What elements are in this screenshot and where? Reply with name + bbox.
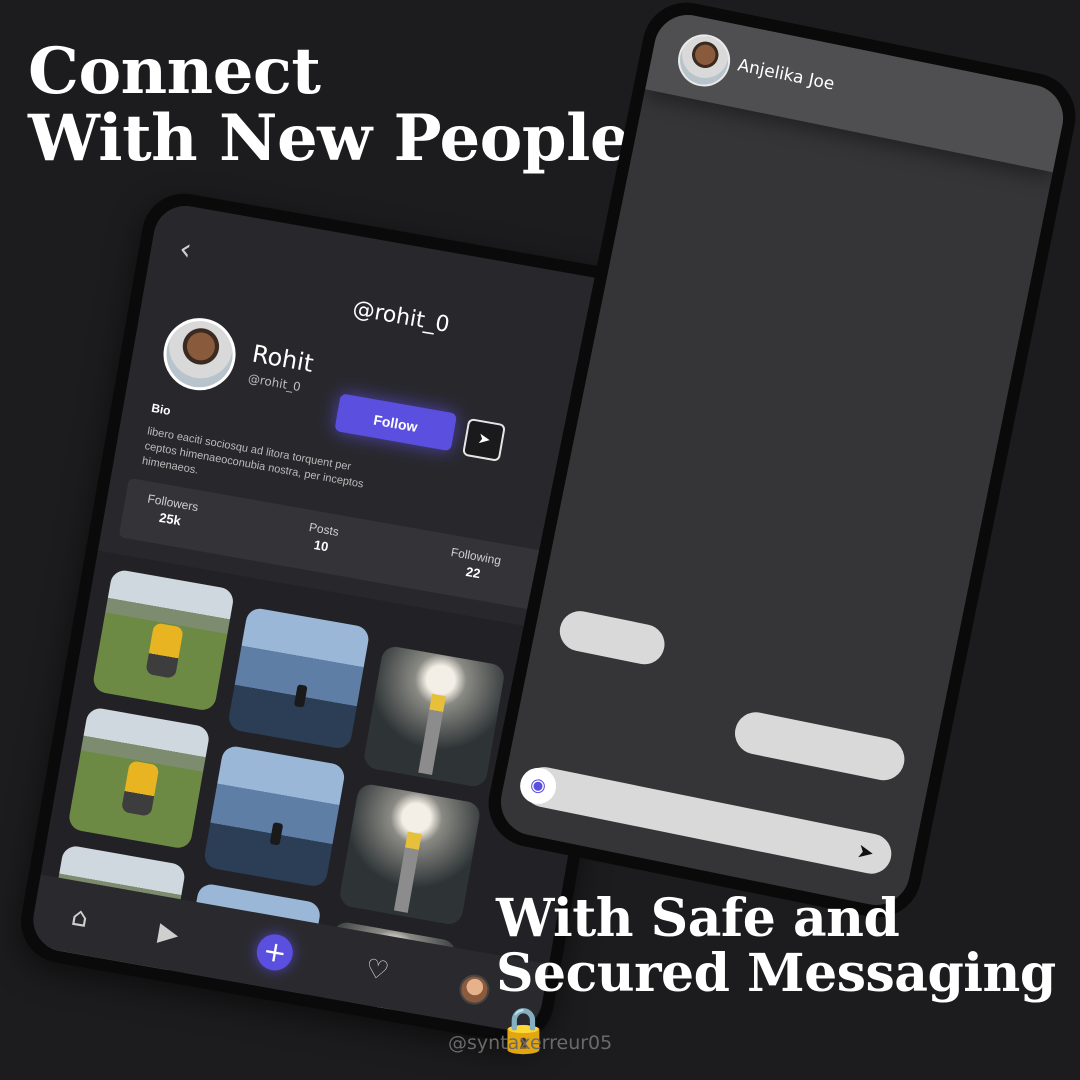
- heart-icon[interactable]: ♡: [356, 950, 398, 992]
- contact-avatar[interactable]: [673, 29, 735, 92]
- bio-label: Bio: [150, 400, 172, 418]
- camera-icon[interactable]: ◉: [516, 764, 560, 808]
- photo-tile-hiker[interactable]: [91, 568, 236, 713]
- chat-header: Anjelika Joe: [645, 8, 1070, 173]
- play-icon[interactable]: ▶: [148, 913, 190, 955]
- chevron-left-icon[interactable]: ‹: [177, 231, 209, 268]
- follow-button[interactable]: Follow: [334, 393, 458, 452]
- headline-line-2: With New People: [28, 101, 631, 177]
- contact-name: Anjelika Joe: [735, 55, 837, 95]
- photo-tile-bridge[interactable]: [362, 644, 507, 789]
- outgoing-message-bubble: [731, 708, 909, 784]
- send-message-button[interactable]: ➤: [461, 417, 507, 462]
- plus-icon[interactable]: +: [253, 931, 296, 974]
- headline-line-1: With Safe and: [496, 888, 900, 949]
- home-icon[interactable]: ⌂: [59, 897, 101, 939]
- nav-profile-avatar[interactable]: [457, 972, 492, 1007]
- photo-tile-hiker[interactable]: [67, 706, 211, 850]
- headline-line-1: Connect: [28, 34, 321, 109]
- photo-tile-peak[interactable]: [202, 744, 347, 889]
- send-icon[interactable]: ➤: [849, 835, 882, 868]
- photo-tile-bridge[interactable]: [338, 782, 482, 927]
- stat-following[interactable]: Following 22: [447, 545, 502, 584]
- headline-connect: Connect With New People: [28, 34, 631, 177]
- watermark: @syntaxerreur05: [448, 1032, 613, 1054]
- photo-tile-peak[interactable]: [226, 606, 371, 751]
- headline-line-2-text: Secured Messaging: [496, 942, 1056, 1004]
- send-icon: ➤: [476, 429, 492, 449]
- profile-avatar: [157, 312, 242, 396]
- incoming-message-bubble: [556, 607, 669, 668]
- stat-value: 10: [312, 537, 330, 555]
- stat-followers[interactable]: Followers 25k: [144, 492, 200, 531]
- stat-posts[interactable]: Posts 10: [305, 520, 340, 556]
